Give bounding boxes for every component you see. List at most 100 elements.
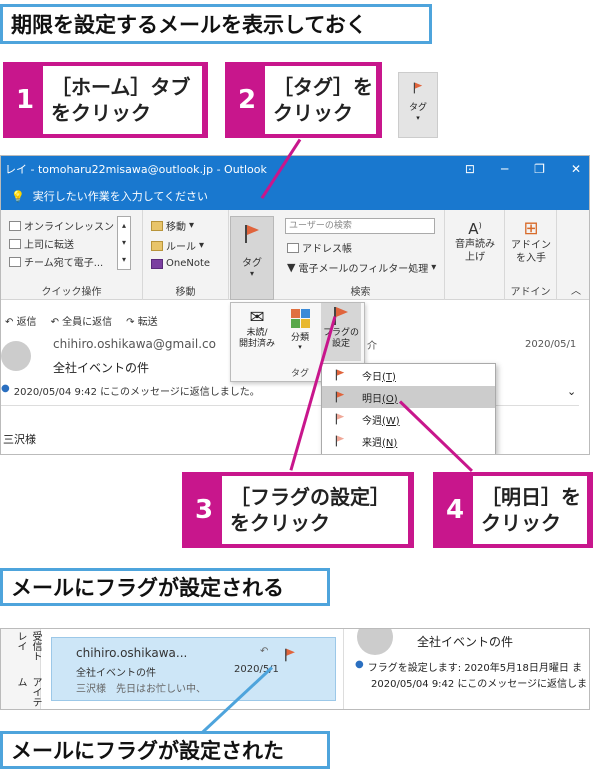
close-icon[interactable]: ✕ [571, 162, 581, 176]
group-label: アドイン [510, 287, 551, 298]
window-controls: ⊡ ─ ❐ ✕ [465, 156, 581, 182]
categorize-button[interactable]: 分類 ▾ [283, 307, 317, 351]
quick-steps-scroll[interactable]: ▴ ▾ ▾ [117, 216, 131, 270]
menu-item-today[interactable]: 今日(T) [322, 364, 495, 386]
avatar [357, 629, 393, 655]
step-text: ［タグ］を クリック [265, 66, 376, 134]
flag-icon [335, 391, 345, 403]
step-4-callout: 4 ［明日］を クリック [433, 472, 593, 548]
ribbon-display-icon[interactable]: ⊡ [465, 162, 475, 176]
forward-button[interactable]: ↷ 転送 [126, 313, 158, 328]
mail-list-item[interactable]: chihiro.oshikawa... 全社イベントの件 三沢様 先日はお忙しい… [51, 637, 336, 701]
outlook-window: レイ - tomoharu22misawa@outlook.jp - Outlo… [0, 155, 590, 455]
onenote-button[interactable]: OneNote [151, 258, 210, 269]
filter-email-button[interactable]: ▼ 電子メールのフィルター処理 ▾ [287, 260, 436, 275]
list-date: 2020/5/1 [234, 664, 279, 675]
ribbon: オンラインレッスン 上司に転送 チーム宛て電子... ▴ ▾ ▾ クイック操作 移動… [1, 210, 589, 300]
quick-step-icon [9, 256, 21, 267]
move-group: 移動 ▾ ルール ▾ OneNote 移動 [143, 210, 229, 300]
filter-label: 電子メールのフィルター処理 [298, 264, 429, 275]
addin-grid-icon: ⊞ [523, 218, 539, 239]
follow-up-button[interactable]: フラグの 設定 [321, 303, 361, 361]
tags-button[interactable]: タグ ▾ [230, 216, 274, 300]
step-2-callout: 2 ［タグ］を クリック [225, 62, 382, 138]
quick-step-label: 上司に転送 [24, 240, 74, 251]
voice-group: A) 音声読み 上げ [445, 210, 505, 300]
people-search-input[interactable]: ユーザーの検索 [285, 218, 435, 234]
rules-icon [151, 240, 163, 251]
find-group: ユーザーの検索 アドレス帳 ▼ 電子メールのフィルター処理 ▾ 検索 [277, 210, 445, 300]
group-label: クイック操作 [41, 287, 102, 298]
chevron-down-icon: ▾ [199, 240, 205, 251]
step-1-callout: 1 ［ホーム］タブ をクリック [3, 62, 208, 138]
quick-step-icon [9, 238, 21, 249]
chevron-down-icon: ▾ [431, 262, 437, 273]
mail-date: 2020/05/1 [525, 339, 577, 350]
list-preview: 三沢様 先日はお忙しい中、 [76, 684, 206, 695]
chevron-down-icon: ▾ [249, 269, 254, 278]
chevron-down-icon: ▾ [189, 220, 195, 231]
step-number: 4 [445, 495, 465, 525]
sidebar-item-inbox[interactable]: 受信トレイ [13, 631, 43, 667]
collapse-ribbon-icon[interactable]: ︿ [571, 282, 581, 297]
menu-label: 明日 [362, 393, 382, 405]
flag-icon[interactable] [284, 648, 295, 662]
folder-sidebar: 受信トレイ アイテム [1, 629, 43, 709]
rules-button[interactable]: ルール ▾ [151, 238, 204, 253]
group-label: 移動 [175, 287, 196, 298]
list-subject: 全社イベントの件 [76, 668, 156, 679]
quick-step-label: チーム宛て電子... [24, 258, 104, 269]
chevron-down-icon: ▾ [298, 343, 302, 351]
address-book-button[interactable]: アドレス帳 [287, 240, 352, 255]
reading-pane-divider [343, 629, 344, 709]
reply-all-button[interactable]: ↶ 全員に返信 [51, 313, 113, 328]
read-aloud-label: 音声読み 上げ [455, 239, 495, 263]
move-button[interactable]: 移動 ▾ [151, 218, 194, 233]
window-title: レイ - tomoharu22misawa@outlook.jp - Outlo… [5, 163, 267, 176]
quick-step-item[interactable]: チーム宛て電子... [9, 254, 103, 269]
tell-me-bar[interactable]: 💡 実行したい作業を入力してください [1, 182, 589, 210]
unread-label: 未読/ 開封済み [238, 328, 275, 349]
flag-info: ● フラグを設定します: 2020年5月18日月曜日 ま [355, 659, 582, 674]
folder-icon [151, 220, 163, 231]
lightbulb-icon: 💡 [11, 189, 25, 203]
unread-read-button[interactable]: ✉ 未読/ 開封済み [235, 307, 279, 350]
menu-item-tomorrow[interactable]: 明日(O) [322, 386, 495, 408]
tags-group-label: タグ [291, 369, 310, 379]
tell-me-text: 実行したい作業を入力してください [32, 190, 209, 203]
quick-step-item[interactable]: オンラインレッスン [9, 218, 114, 233]
mail-body: 三沢様 [3, 433, 36, 446]
quick-step-item[interactable]: 上司に転送 [9, 236, 74, 251]
quick-step-icon [9, 220, 21, 231]
envelope-icon: ✉ [249, 307, 265, 328]
read-aloud-button[interactable]: A) 音声読み 上げ [451, 220, 499, 264]
mail-list-screenshot: 受信トレイ アイテム chihiro.oshikawa... 全社イベントの件 … [0, 628, 590, 710]
quick-steps-group: オンラインレッスン 上司に転送 チーム宛て電子... ▴ ▾ ▾ クイック操作 [1, 210, 143, 300]
info-icon: ● [1, 383, 10, 394]
step-text: ［フラグの設定］ をクリック [222, 476, 408, 544]
step-text: ［ホーム］タブ をクリック [43, 66, 202, 134]
sidebar-item-items[interactable]: アイテム [13, 677, 43, 709]
menu-label: 今週 [362, 415, 382, 427]
tags-label: タグ [242, 258, 262, 269]
categorize-icon [290, 309, 310, 328]
reply-button[interactable]: ↶ 返信 [5, 313, 37, 328]
menu-key: (W) [382, 415, 400, 427]
menu-key: (O) [382, 393, 398, 405]
minimize-icon[interactable]: ─ [501, 162, 508, 176]
avatar [1, 341, 31, 371]
expand-icon[interactable]: ⌄ [567, 385, 576, 398]
title-bar: レイ - tomoharu22misawa@outlook.jp - Outlo… [1, 156, 589, 182]
menu-item-next-week[interactable]: 来週(N) [322, 430, 495, 452]
categorize-label: 分類 [290, 333, 309, 343]
section-header-text: 期限を設定するメールを表示しておく [11, 13, 367, 37]
address-book-icon [287, 242, 299, 253]
menu-label: 来週 [362, 437, 382, 449]
section-header-text: メールにフラグが設定された [11, 739, 284, 763]
get-addins-button[interactable]: ⊞ アドイン を入手 [509, 218, 553, 265]
maximize-icon[interactable]: ❐ [534, 162, 545, 176]
mail-actions: ↶ 返信 ↶ 全員に返信 ↷ 転送 [5, 313, 158, 328]
forward-label: 転送 [137, 317, 158, 328]
reading-subject: 全社イベントの件 [417, 635, 514, 649]
addin-group: ⊞ アドイン を入手 アドイン [505, 210, 557, 300]
